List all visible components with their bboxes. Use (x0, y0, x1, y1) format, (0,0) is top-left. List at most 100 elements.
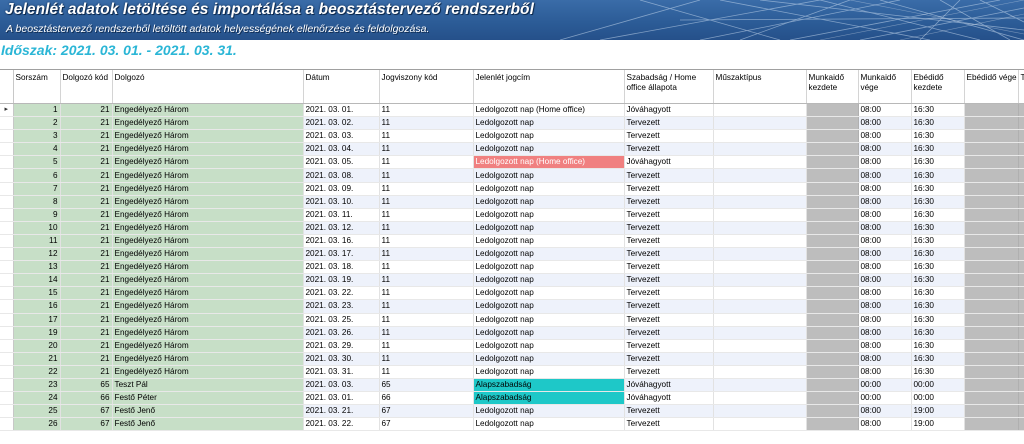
cell-datum[interactable]: 2021. 03. 26. (303, 326, 380, 340)
cell-sorszam[interactable]: 17 (13, 313, 61, 327)
cell-munkaido-kezdete[interactable]: 08:00 (858, 417, 912, 432)
cell-ebedido-kezdete[interactable] (964, 208, 1019, 222)
cell-muszaktipus[interactable] (713, 404, 807, 419)
table-row[interactable]: 13 21 Engedélyező Három 2021. 03. 18. 11 Ledo… (0, 260, 1024, 275)
cell-datum[interactable]: 2021. 03. 25. (303, 313, 380, 327)
cell-ebedido-kezdete[interactable] (964, 155, 1019, 170)
cell-ebedido-vege[interactable] (1018, 339, 1024, 353)
cell-jogviszony-kod[interactable]: 11 (379, 365, 474, 379)
cell-shift-gray[interactable] (806, 103, 859, 118)
cell-munkaido-kezdete[interactable]: 08:00 (858, 195, 912, 209)
col-header-jogcim[interactable]: Jelenlét jogcím (473, 70, 625, 104)
cell-datum[interactable]: 2021. 03. 03. (303, 129, 380, 144)
cell-sorszam[interactable]: 16 (13, 299, 61, 314)
cell-allapot[interactable]: Tervezett (624, 313, 714, 327)
cell-datum[interactable]: 2021. 03. 18. (303, 260, 380, 275)
cell-jogcim[interactable]: Ledolgozott nap (473, 326, 625, 340)
cell-munkaido-vege[interactable]: 16:30 (911, 326, 965, 340)
cell-dolgozo[interactable]: Engedélyező Három (112, 129, 304, 144)
cell-munkaido-kezdete[interactable]: 08:00 (858, 234, 912, 249)
cell-shift-gray[interactable] (806, 168, 859, 183)
table-row[interactable]: 9 21 Engedélyező Három 2021. 03. 11. 11 Ledol… (0, 208, 1024, 222)
cell-allapot[interactable]: Jóváhagyott (624, 378, 714, 393)
cell-shift-gray[interactable] (806, 313, 859, 327)
cell-muszaktipus[interactable] (713, 116, 807, 131)
cell-sorszam[interactable]: 13 (13, 260, 61, 275)
cell-ebedido-vege[interactable] (1018, 234, 1024, 249)
table-row[interactable]: 17 21 Engedélyező Három 2021. 03. 25. 11 Ledo… (0, 313, 1024, 327)
table-row[interactable]: 15 21 Engedélyező Három 2021. 03. 22. 11 Ledo… (0, 286, 1024, 301)
cell-ebedido-vege[interactable] (1018, 155, 1024, 170)
table-row[interactable]: ▸ 1 21 Engedélyező Három 2021. 03. 01. 11 Ledo… (0, 103, 1024, 118)
cell-munkaido-kezdete[interactable]: 08:00 (858, 313, 912, 327)
cell-allapot[interactable]: Tervezett (624, 260, 714, 275)
cell-shift-gray[interactable] (806, 339, 859, 353)
table-row[interactable]: 3 21 Engedélyező Három 2021. 03. 03. 11 Ledol… (0, 129, 1024, 144)
cell-munkaido-vege[interactable]: 00:00 (911, 391, 965, 406)
cell-shift-gray[interactable] (806, 116, 859, 131)
table-row[interactable]: 26 67 Festő Jenő 2021. 03. 22. 67 Ledolgozott… (0, 417, 1024, 432)
cell-dolgozo[interactable]: Engedélyező Három (112, 273, 304, 288)
cell-ebedido-vege[interactable] (1018, 299, 1024, 314)
cell-ebedido-vege[interactable] (1018, 247, 1024, 262)
cell-munkaido-kezdete[interactable]: 08:00 (858, 339, 912, 353)
cell-dolgozo-kod[interactable]: 21 (60, 339, 113, 353)
cell-ebedido-vege[interactable] (1018, 260, 1024, 275)
cell-allapot[interactable]: Jóváhagyott (624, 391, 714, 406)
cell-munkaido-kezdete[interactable]: 00:00 (858, 391, 912, 406)
attendance-grid[interactable]: Sorszám Dolgozó kód Dolgozó Dátum Jogvis… (0, 69, 1024, 444)
cell-muszaktipus[interactable] (713, 142, 807, 157)
cell-jogviszony-kod[interactable]: 11 (379, 273, 474, 288)
cell-jogcim[interactable]: Ledolgozott nap (473, 286, 625, 301)
cell-munkaido-vege[interactable]: 00:00 (911, 378, 965, 393)
col-header-muszaktipus[interactable]: Műszaktípus (713, 70, 807, 104)
cell-jogviszony-kod[interactable]: 11 (379, 221, 474, 235)
cell-ebedido-kezdete[interactable] (964, 247, 1019, 262)
row-selector[interactable] (0, 286, 14, 301)
cell-ebedido-vege[interactable] (1018, 378, 1024, 393)
cell-dolgozo[interactable]: Engedélyező Három (112, 339, 304, 353)
cell-shift-gray[interactable] (806, 195, 859, 209)
cell-dolgozo-kod[interactable]: 21 (60, 234, 113, 249)
table-row[interactable]: 21 21 Engedélyező Három 2021. 03. 30. 11 Ledo… (0, 352, 1024, 366)
cell-munkaido-vege[interactable]: 16:30 (911, 339, 965, 353)
cell-allapot[interactable]: Tervezett (624, 417, 714, 432)
cell-datum[interactable]: 2021. 03. 22. (303, 286, 380, 301)
cell-munkaido-kezdete[interactable]: 08:00 (858, 404, 912, 419)
cell-munkaido-vege[interactable]: 16:30 (911, 142, 965, 157)
cell-dolgozo[interactable]: Engedélyező Három (112, 221, 304, 235)
cell-allapot[interactable]: Tervezett (624, 273, 714, 288)
cell-munkaido-vege[interactable]: 16:30 (911, 129, 965, 144)
cell-ebedido-vege[interactable] (1018, 129, 1024, 144)
cell-datum[interactable]: 2021. 03. 03. (303, 378, 380, 393)
cell-jogcim[interactable]: Ledolgozott nap (473, 208, 625, 222)
cell-jogviszony-kod[interactable]: 11 (379, 234, 474, 249)
cell-allapot[interactable]: Tervezett (624, 339, 714, 353)
cell-dolgozo-kod[interactable]: 21 (60, 168, 113, 183)
cell-jogcim[interactable]: Alapszabadság (473, 378, 625, 393)
cell-sorszam[interactable]: 25 (13, 404, 61, 419)
cell-sorszam[interactable]: 5 (13, 155, 61, 170)
cell-muszaktipus[interactable] (713, 195, 807, 209)
cell-jogcim[interactable]: Ledolgozott nap (473, 365, 625, 379)
cell-jogviszony-kod[interactable]: 11 (379, 326, 474, 340)
cell-dolgozo-kod[interactable]: 21 (60, 208, 113, 222)
cell-jogcim[interactable]: Ledolgozott nap (473, 299, 625, 314)
cell-jogcim[interactable]: Ledolgozott nap (473, 247, 625, 262)
cell-dolgozo-kod[interactable]: 67 (60, 404, 113, 419)
row-selector-header[interactable] (0, 70, 14, 104)
cell-jogviszony-kod[interactable]: 11 (379, 208, 474, 222)
cell-allapot[interactable]: Tervezett (624, 142, 714, 157)
cell-jogviszony-kod[interactable]: 11 (379, 142, 474, 157)
cell-munkaido-vege[interactable]: 16:30 (911, 247, 965, 262)
cell-dolgozo-kod[interactable]: 21 (60, 129, 113, 144)
cell-munkaido-kezdete[interactable]: 08:00 (858, 326, 912, 340)
cell-dolgozo-kod[interactable]: 66 (60, 391, 113, 406)
row-selector[interactable] (0, 260, 14, 275)
cell-muszaktipus[interactable] (713, 352, 807, 366)
cell-datum[interactable]: 2021. 03. 22. (303, 417, 380, 432)
cell-datum[interactable]: 2021. 03. 30. (303, 352, 380, 366)
cell-jogcim[interactable]: Ledolgozott nap (Home office) (473, 155, 625, 170)
cell-jogviszony-kod[interactable]: 11 (379, 286, 474, 301)
cell-dolgozo[interactable]: Engedélyező Három (112, 365, 304, 379)
